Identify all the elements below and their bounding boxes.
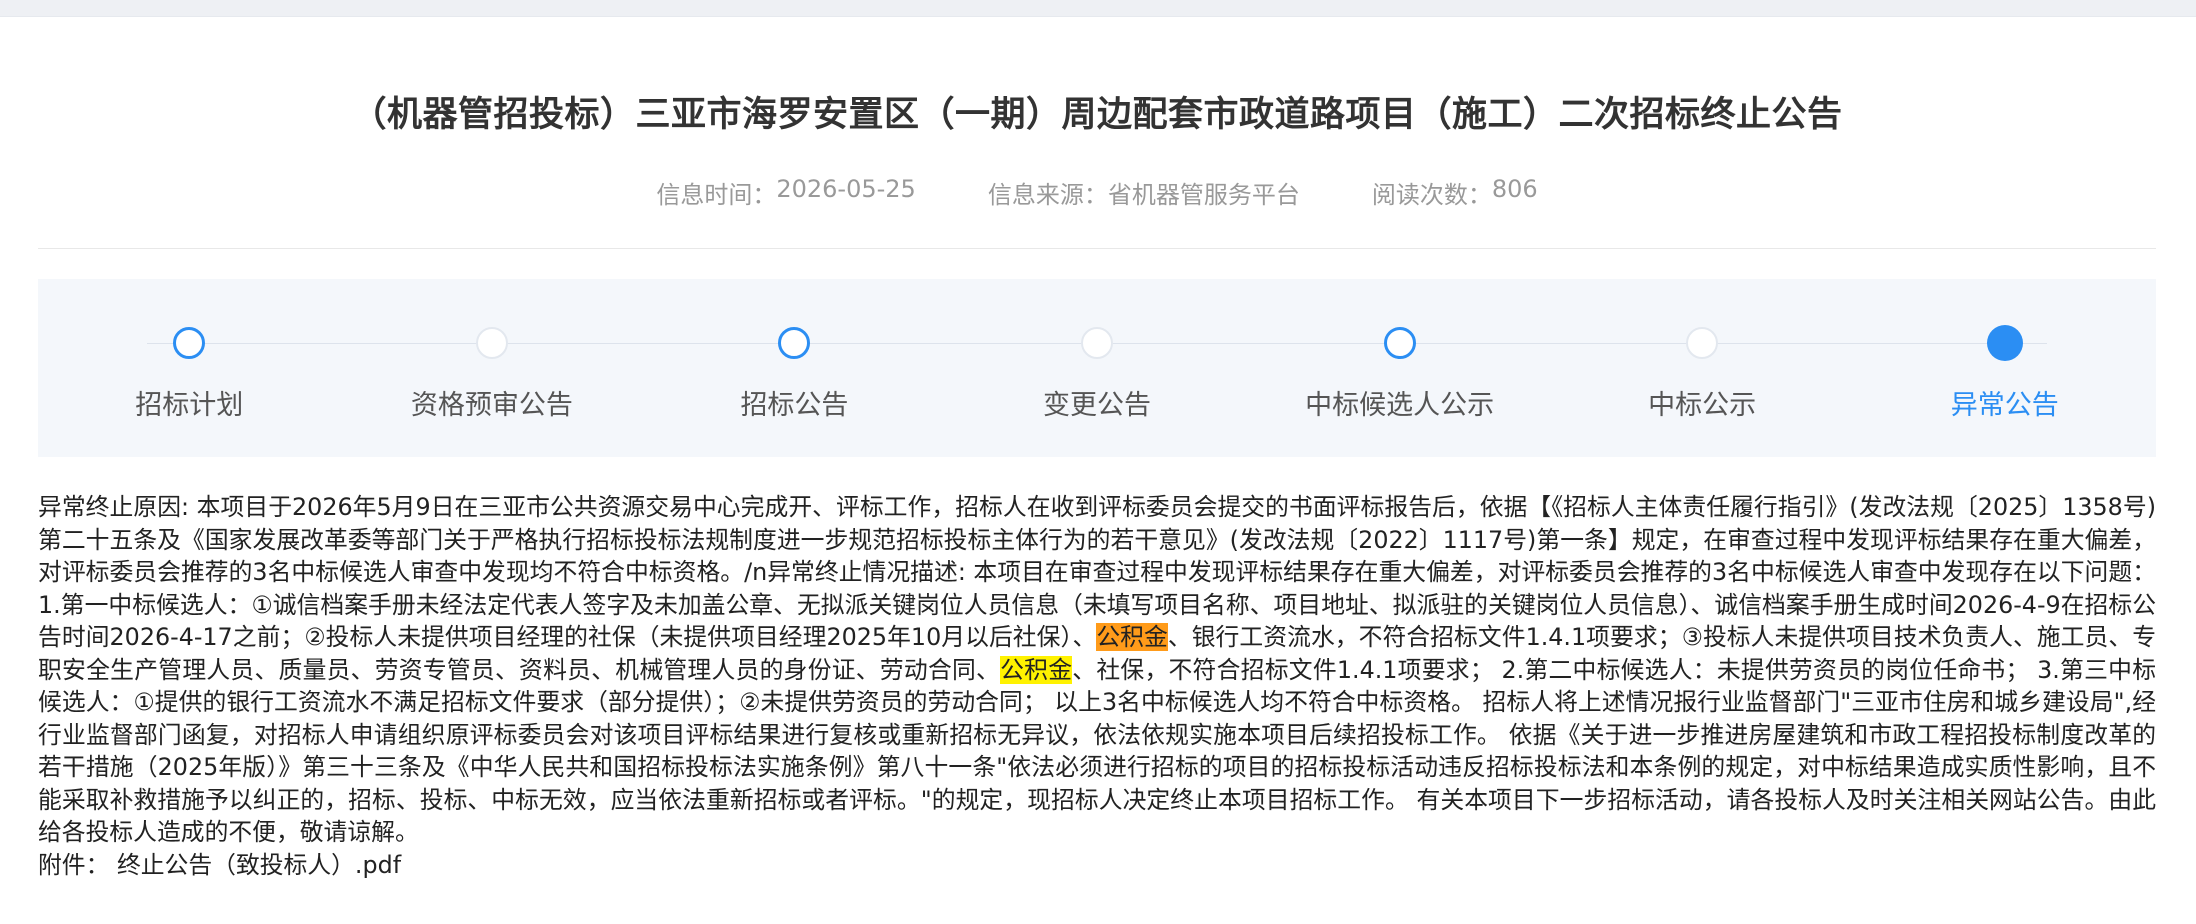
step-prequalification[interactable]: 资格预审公告 bbox=[341, 279, 644, 457]
attachment-label: 附件： bbox=[38, 850, 110, 879]
info-reads-label: 阅读次数： bbox=[1371, 181, 1492, 209]
attachment-link[interactable]: 终止公告（致投标人）.pdf bbox=[117, 851, 401, 879]
step-dot bbox=[173, 327, 206, 359]
step-label: 变更公告 bbox=[1043, 390, 1152, 421]
step-candidate-publicity[interactable]: 中标候选人公示 bbox=[1248, 279, 1551, 457]
info-time-label: 信息时间： bbox=[656, 181, 777, 209]
info-reads: 阅读次数： 806 bbox=[1372, 175, 1538, 210]
step-label: 中标候选人公示 bbox=[1305, 390, 1495, 421]
highlight-keyword: 公积金 bbox=[1096, 623, 1168, 651]
step-label: 招标公告 bbox=[740, 390, 849, 421]
step-dot bbox=[778, 327, 811, 359]
step-label: 异常公告 bbox=[1950, 390, 2059, 421]
body-text-3: 、社保，不符合招标文件1.4.1项要求； 2.第二中标候选人：未提供劳资员的岗位… bbox=[38, 655, 2157, 847]
step-abnormal-notice[interactable]: 异常公告 bbox=[1853, 279, 2156, 457]
step-change-notice[interactable]: 变更公告 bbox=[946, 279, 1249, 457]
process-steps: 招标计划 资格预审公告 招标公告 变更公告 中标候选人公示 中标公示 异常公告 bbox=[38, 279, 2156, 457]
announcement-body: 异常终止原因: 本项目于2026年5月9日在三亚市公共资源交易中心完成开、评标工… bbox=[38, 491, 2156, 849]
info-source-value: 省机器管服务平台 bbox=[1107, 181, 1300, 209]
info-time: 信息时间： 2026-05-25 bbox=[656, 175, 915, 210]
announcement-content: （机器管招投标）三亚市海罗安置区（一期）周边配套市政道路项目（施工）二次招标终止… bbox=[38, 16, 2156, 881]
highlight-keyword: 公积金 bbox=[1000, 655, 1073, 684]
step-dot bbox=[475, 327, 508, 359]
step-dot bbox=[1686, 327, 1719, 359]
step-label: 中标公示 bbox=[1648, 390, 1757, 421]
step-label: 资格预审公告 bbox=[410, 390, 573, 421]
info-reads-value: 806 bbox=[1491, 175, 1538, 203]
top-bar bbox=[0, 0, 2196, 17]
step-winner-publicity[interactable]: 中标公示 bbox=[1551, 279, 1854, 457]
info-meta: 信息时间： 2026-05-25 信息来源： 省机器管服务平台 阅读次数： 80… bbox=[38, 175, 2156, 210]
step-dot bbox=[1383, 327, 1416, 359]
step-bidding-plan[interactable]: 招标计划 bbox=[38, 279, 341, 457]
page-title: （机器管招投标）三亚市海罗安置区（一期）周边配套市政道路项目（施工）二次招标终止… bbox=[351, 95, 1843, 135]
attachment: 附件： 终止公告（致投标人）.pdf bbox=[38, 849, 2156, 881]
step-dot bbox=[1986, 325, 2023, 361]
info-source-label: 信息来源： bbox=[987, 181, 1108, 209]
step-label: 招标计划 bbox=[135, 390, 244, 421]
divider bbox=[38, 248, 2156, 249]
step-tender-notice[interactable]: 招标公告 bbox=[643, 279, 946, 457]
info-source: 信息来源： 省机器管服务平台 bbox=[988, 175, 1300, 210]
info-time-value: 2026-05-25 bbox=[776, 175, 916, 203]
step-dot bbox=[1081, 327, 1114, 359]
